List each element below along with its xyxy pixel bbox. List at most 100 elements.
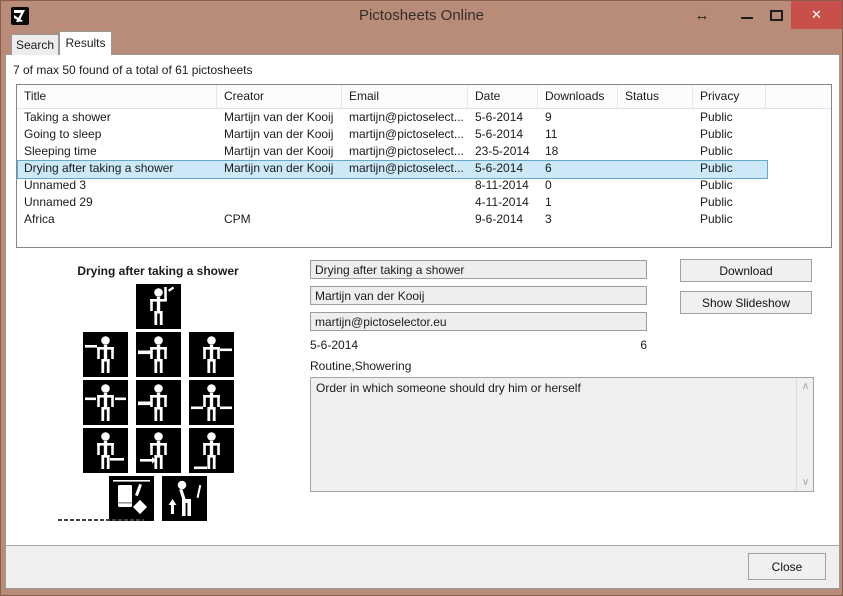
bottom-bar: Close bbox=[6, 545, 839, 588]
column-header[interactable]: Downloads bbox=[538, 85, 618, 108]
table-cell: 5-6-2014 bbox=[468, 126, 538, 143]
dry-foot-pictogram-icon bbox=[189, 428, 234, 473]
pictogram-row bbox=[12, 380, 304, 425]
table-cell bbox=[766, 143, 832, 160]
table-cell bbox=[766, 177, 832, 194]
table-cell: 9-6-2014 bbox=[468, 211, 538, 228]
downloads-value: 6 bbox=[640, 338, 647, 352]
pictogram-row bbox=[12, 284, 304, 329]
description-scrollbar[interactable]: ∧ ∨ bbox=[796, 378, 813, 491]
table-cell bbox=[618, 143, 693, 160]
column-header[interactable]: Title bbox=[17, 85, 217, 108]
minimize-button[interactable] bbox=[734, 1, 760, 29]
table-cell: 4-11-2014 bbox=[468, 194, 538, 211]
table-cell bbox=[618, 109, 693, 126]
table-cell: 0 bbox=[538, 177, 618, 194]
table-cell bbox=[342, 177, 468, 194]
dry-arms-pictogram-icon bbox=[83, 380, 128, 425]
table-cell: 9 bbox=[538, 109, 618, 126]
table-cell: Public bbox=[693, 160, 766, 177]
results-summary: 7 of max 50 found of a total of 61 picto… bbox=[13, 63, 253, 77]
scroll-up-icon[interactable]: ∧ bbox=[797, 378, 814, 395]
minimize-icon bbox=[741, 17, 753, 19]
pictogram-grid bbox=[12, 284, 304, 521]
dry-hair-pictogram-icon bbox=[136, 284, 181, 329]
close-button[interactable]: Close bbox=[748, 553, 826, 580]
column-header[interactable]: Creator bbox=[217, 85, 342, 108]
table-cell bbox=[618, 211, 693, 228]
pictogram-row bbox=[12, 332, 304, 377]
table-cell: Public bbox=[693, 177, 766, 194]
creator-field[interactable] bbox=[310, 286, 647, 305]
table-cell bbox=[618, 177, 693, 194]
column-header[interactable]: Privacy bbox=[693, 85, 766, 108]
table-cell: 18 bbox=[538, 143, 618, 160]
table-row[interactable]: Sleeping timeMartijn van der Kooijmartij… bbox=[17, 143, 831, 160]
table-cell bbox=[342, 211, 468, 228]
date-value: 5-6-2014 bbox=[310, 338, 358, 352]
table-cell: Martijn van der Kooij bbox=[217, 109, 342, 126]
table-cell bbox=[766, 126, 832, 143]
table-cell: Public bbox=[693, 109, 766, 126]
table-cell: CPM bbox=[217, 211, 342, 228]
column-header[interactable]: Email bbox=[342, 85, 468, 108]
table-cell: Public bbox=[693, 143, 766, 160]
table-cell: martijn@pictoselect... bbox=[342, 126, 468, 143]
download-button[interactable]: Download bbox=[680, 259, 812, 282]
table-cell bbox=[766, 160, 832, 177]
table-header: TitleCreatorEmailDateDownloadsStatusPriv… bbox=[17, 85, 831, 109]
close-window-button[interactable]: ✕ bbox=[791, 1, 842, 29]
table-cell: Drying after taking a shower bbox=[17, 160, 217, 177]
title-field[interactable] bbox=[310, 260, 647, 279]
scroll-down-icon[interactable]: ∨ bbox=[797, 474, 814, 491]
table-row[interactable]: AfricaCPM9-6-20143Public bbox=[17, 211, 831, 228]
tab-search[interactable]: Search bbox=[11, 34, 59, 55]
results-table[interactable]: TitleCreatorEmailDateDownloadsStatusPriv… bbox=[16, 84, 832, 248]
table-row[interactable]: Unnamed 38-11-20140Public bbox=[17, 177, 831, 194]
column-header[interactable]: Date bbox=[468, 85, 538, 108]
table-cell: 1 bbox=[538, 194, 618, 211]
pictogram-row bbox=[12, 476, 304, 521]
table-row[interactable]: Unnamed 294-11-20141Public bbox=[17, 194, 831, 211]
table-cell: 11 bbox=[538, 126, 618, 143]
dry-face-pictogram-icon bbox=[83, 332, 128, 377]
tags-value: Routine,Showering bbox=[310, 359, 411, 373]
table-cell: 8-11-2014 bbox=[468, 177, 538, 194]
column-header[interactable]: Status bbox=[618, 85, 693, 108]
table-cell: Sleeping time bbox=[17, 143, 217, 160]
table-cell: 23-5-2014 bbox=[468, 143, 538, 160]
table-cell: martijn@pictoselect... bbox=[342, 160, 468, 177]
table-cell bbox=[217, 177, 342, 194]
maximize-icon bbox=[770, 10, 783, 21]
column-header[interactable] bbox=[766, 85, 832, 108]
table-cell: Public bbox=[693, 126, 766, 143]
maximize-button[interactable] bbox=[763, 1, 789, 29]
table-cell bbox=[217, 194, 342, 211]
table-cell: 5-6-2014 bbox=[468, 109, 538, 126]
resize-arrows-icon[interactable]: ↔ bbox=[687, 1, 717, 29]
tab-results[interactable]: Results bbox=[59, 31, 112, 55]
dry-chest-pictogram-icon bbox=[136, 332, 181, 377]
dry-knee-pictogram-icon bbox=[136, 428, 181, 473]
table-cell: 6 bbox=[538, 160, 618, 177]
app-window: Pictosheets Online ↔ ✕ Search Results 7 … bbox=[0, 0, 843, 596]
table-row[interactable]: Drying after taking a showerMartijn van … bbox=[17, 160, 831, 177]
table-row[interactable]: Taking a showerMartijn van der Kooijmart… bbox=[17, 109, 831, 126]
table-cell: Martijn van der Kooij bbox=[217, 160, 342, 177]
table-row[interactable]: Going to sleepMartijn van der Kooijmarti… bbox=[17, 126, 831, 143]
preview-title: Drying after taking a shower bbox=[12, 264, 304, 278]
show-slideshow-button[interactable]: Show Slideshow bbox=[680, 291, 812, 314]
table-cell bbox=[766, 211, 832, 228]
table-cell bbox=[618, 194, 693, 211]
watermark-line bbox=[58, 519, 144, 521]
table-cell: Unnamed 29 bbox=[17, 194, 217, 211]
description-box[interactable]: Order in which someone should dry him or… bbox=[310, 377, 814, 492]
results-tab-page: 7 of max 50 found of a total of 61 picto… bbox=[5, 54, 840, 589]
table-cell: Going to sleep bbox=[17, 126, 217, 143]
table-cell: martijn@pictoselect... bbox=[342, 109, 468, 126]
email-field[interactable] bbox=[310, 312, 647, 331]
table-cell: Africa bbox=[17, 211, 217, 228]
table-body: Taking a showerMartijn van der Kooijmart… bbox=[17, 109, 831, 228]
meta-row: 5-6-2014 6 bbox=[310, 338, 647, 352]
table-cell bbox=[766, 194, 832, 211]
